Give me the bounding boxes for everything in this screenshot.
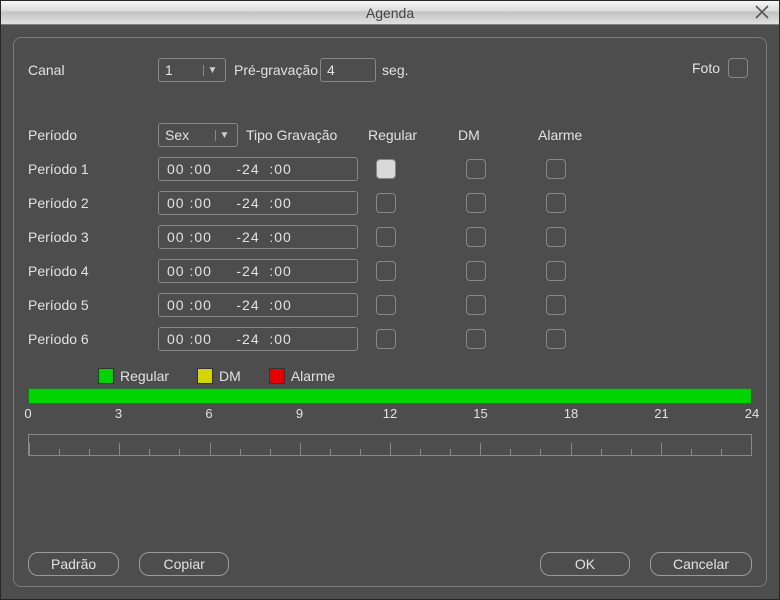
period-time-input[interactable]: 00 :00 -24 :00 xyxy=(158,225,358,249)
foto-group: Foto xyxy=(692,58,748,78)
titlebar: Agenda xyxy=(1,1,779,25)
regular-header: Regular xyxy=(368,127,458,143)
chevron-down-icon: ▼ xyxy=(215,130,233,141)
period-regular-checkbox[interactable] xyxy=(376,261,396,281)
period-alarme-checkbox[interactable] xyxy=(546,261,566,281)
channel-value: 1 xyxy=(165,62,199,78)
timeline: 03691215182124 xyxy=(28,388,752,456)
period-time-input[interactable]: 00 :00 -24 :00 xyxy=(158,293,358,317)
period-label: Período 5 xyxy=(28,297,158,313)
period-dm-checkbox[interactable] xyxy=(466,159,486,179)
alarme-header: Alarme xyxy=(538,127,618,143)
period-time-input[interactable]: 00 :00 -24 :00 xyxy=(158,157,358,181)
periodo-header: Período xyxy=(28,127,158,143)
period-regular-checkbox[interactable] xyxy=(376,227,396,247)
period-alarme-checkbox[interactable] xyxy=(546,227,566,247)
timeline-tick: 0 xyxy=(24,406,31,421)
period-time-input[interactable]: 00 :00 -24 :00 xyxy=(158,259,358,283)
period-row: Período 200 :00 -24 :00 xyxy=(28,188,752,218)
window-title: Agenda xyxy=(366,5,414,21)
close-icon[interactable] xyxy=(753,3,771,21)
legend: Regular DM Alarme xyxy=(28,368,752,384)
period-alarme-checkbox[interactable] xyxy=(546,295,566,315)
period-alarme-checkbox[interactable] xyxy=(546,193,566,213)
period-row: Período 300 :00 -24 :00 xyxy=(28,222,752,252)
prerec-input[interactable]: 4 xyxy=(320,58,376,82)
timeline-axis: 03691215182124 xyxy=(28,406,752,432)
legend-regular: Regular xyxy=(120,368,169,384)
timeline-tick: 21 xyxy=(654,406,668,421)
period-dm-checkbox[interactable] xyxy=(466,295,486,315)
timeline-tick: 6 xyxy=(205,406,212,421)
period-label: Período 4 xyxy=(28,263,158,279)
period-regular-checkbox[interactable] xyxy=(376,193,396,213)
chevron-down-icon: ▼ xyxy=(203,65,221,76)
timeline-tick: 24 xyxy=(745,406,759,421)
period-regular-checkbox[interactable] xyxy=(376,295,396,315)
period-row: Período 400 :00 -24 :00 xyxy=(28,256,752,286)
period-dm-checkbox[interactable] xyxy=(466,329,486,349)
channel-label: Canal xyxy=(28,62,158,78)
period-time-input[interactable]: 00 :00 -24 :00 xyxy=(158,327,358,351)
button-bar: Padrão Copiar OK Cancelar xyxy=(28,552,752,576)
period-label: Período 6 xyxy=(28,331,158,347)
period-regular-checkbox[interactable] xyxy=(376,329,396,349)
day-value: Sex xyxy=(165,127,211,143)
timeline-tick: 3 xyxy=(115,406,122,421)
timeline-bar xyxy=(28,388,752,404)
cancel-button[interactable]: Cancelar xyxy=(650,552,752,576)
tipo-label: Tipo Gravação xyxy=(246,127,337,143)
foto-label: Foto xyxy=(692,60,720,76)
period-dm-checkbox[interactable] xyxy=(466,193,486,213)
foto-checkbox[interactable] xyxy=(728,58,748,78)
dm-header: DM xyxy=(458,127,538,143)
timeline-tick: 9 xyxy=(296,406,303,421)
timeline-tick: 18 xyxy=(564,406,578,421)
period-row: Período 600 :00 -24 :00 xyxy=(28,324,752,354)
period-alarme-checkbox[interactable] xyxy=(546,329,566,349)
legend-dm: DM xyxy=(219,368,241,384)
legend-swatch-alarme xyxy=(269,368,285,384)
timeline-track xyxy=(28,434,752,456)
default-button[interactable]: Padrão xyxy=(28,552,119,576)
agenda-window: Agenda Canal 1 ▼ Pré-gravação 4 seg. xyxy=(0,0,780,600)
timeline-tick: 15 xyxy=(473,406,487,421)
legend-swatch-regular xyxy=(98,368,114,384)
copy-button[interactable]: Copiar xyxy=(139,552,229,576)
period-row: Período 100 :00 -24 :00 xyxy=(28,154,752,184)
period-dm-checkbox[interactable] xyxy=(466,261,486,281)
period-regular-checkbox[interactable] xyxy=(376,159,396,179)
day-select[interactable]: Sex ▼ xyxy=(158,123,238,147)
legend-swatch-dm xyxy=(197,368,213,384)
period-dm-checkbox[interactable] xyxy=(466,227,486,247)
period-time-input[interactable]: 00 :00 -24 :00 xyxy=(158,191,358,215)
timeline-tick: 12 xyxy=(383,406,397,421)
ok-button[interactable]: OK xyxy=(540,552,630,576)
frame: Canal 1 ▼ Pré-gravação 4 seg. Foto xyxy=(13,37,767,587)
period-label: Período 3 xyxy=(28,229,158,245)
period-label: Período 2 xyxy=(28,195,158,211)
prerec-value: 4 xyxy=(327,62,335,78)
legend-alarme: Alarme xyxy=(291,368,335,384)
period-row: Período 500 :00 -24 :00 xyxy=(28,290,752,320)
channel-select[interactable]: 1 ▼ xyxy=(158,58,226,82)
period-alarme-checkbox[interactable] xyxy=(546,159,566,179)
prerec-unit: seg. xyxy=(382,62,408,78)
content: Canal 1 ▼ Pré-gravação 4 seg. Foto xyxy=(1,25,779,599)
period-label: Período 1 xyxy=(28,161,158,177)
prerec-label: Pré-gravação xyxy=(234,62,318,78)
